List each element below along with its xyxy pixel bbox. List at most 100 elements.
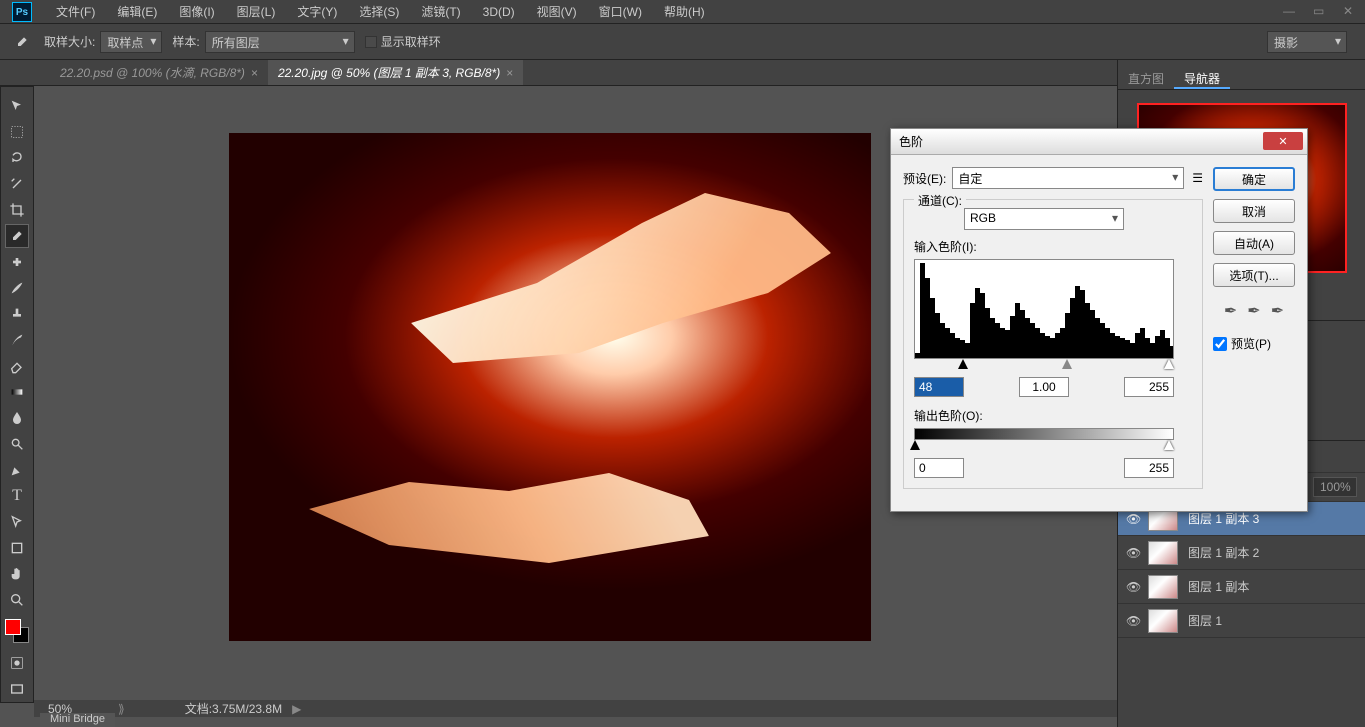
menu-type[interactable]: 文字(Y) [286,3,348,20]
ok-button[interactable]: 确定 [1213,167,1295,191]
heal-tool[interactable] [5,250,29,274]
input-levels-label: 输入色阶(I): [914,238,1192,255]
options-bar: 取样大小: 取样点 ▾ 样本: 所有图层 ▾ 显示取样环 摄影 ▾ [0,24,1365,60]
nav-arrow-icon[interactable]: ⟫ [118,702,125,716]
zoom-tool[interactable] [5,588,29,612]
layer-name[interactable]: 图层 1 副本 2 [1188,544,1357,561]
visibility-icon[interactable]: 👁 [1126,580,1140,594]
gamma-slider[interactable] [1062,359,1072,369]
tab-close-icon[interactable]: × [506,66,513,80]
out-black-slider[interactable] [910,440,920,450]
menu-file[interactable]: 文件(F) [45,3,106,20]
doc-tab-2[interactable]: 22.20.jpg @ 50% (图层 1 副本 3, RGB/8*)× [268,60,523,85]
tab-navigator[interactable]: 导航器 [1174,66,1230,89]
pen-tool[interactable] [5,458,29,482]
fill-field[interactable]: 100% [1313,477,1357,497]
menu-3d[interactable]: 3D(D) [472,5,526,19]
eraser-tool[interactable] [5,354,29,378]
out-white-slider[interactable] [1164,440,1174,450]
input-white-field[interactable] [1124,377,1174,397]
sample-select[interactable]: 所有图层 ▾ [205,31,355,53]
eyedropper-icon[interactable] [8,28,36,56]
lasso-tool[interactable] [5,146,29,170]
preset-menu-icon[interactable]: ☰ [1192,171,1203,185]
layer-name[interactable]: 图层 1 [1188,612,1357,629]
show-ring-checkbox[interactable] [365,36,377,48]
menu-bar: Ps 文件(F) 编辑(E) 图像(I) 图层(L) 文字(Y) 选择(S) 滤… [0,0,1365,24]
doc-tab-1[interactable]: 22.20.psd @ 100% (水滴, RGB/8*)× [50,60,268,85]
preview-checkbox[interactable] [1213,337,1227,351]
info-arrow-icon[interactable]: ▶ [292,702,301,716]
white-eyedropper-icon[interactable]: ✒ [1271,301,1284,321]
output-slider[interactable] [914,440,1174,454]
screenmode-tool[interactable] [5,677,29,701]
layer-thumbnail[interactable] [1148,609,1178,633]
stamp-tool[interactable] [5,302,29,326]
dialog-close-button[interactable]: ✕ [1263,132,1303,150]
menu-window[interactable]: 窗口(W) [588,3,653,20]
close-icon[interactable]: ✕ [1343,4,1355,16]
shape-tool[interactable] [5,536,29,560]
menu-edit[interactable]: 编辑(E) [106,3,168,20]
black-eyedropper-icon[interactable]: ✒ [1224,301,1237,321]
status-bar: 50% ⟫ 文档:3.75M/23.8M ▶ [34,700,1120,717]
tab-close-icon[interactable]: × [251,66,258,80]
document-canvas[interactable] [229,133,871,641]
layer-row[interactable]: 👁 图层 1 副本 [1118,570,1365,604]
preset-select[interactable]: 自定 [952,167,1184,189]
tool-palette: T [0,86,34,703]
sample-size-select[interactable]: 取样点 ▾ [100,31,162,53]
wand-tool[interactable] [5,172,29,196]
layer-thumbnail[interactable] [1148,575,1178,599]
menu-image[interactable]: 图像(I) [168,3,225,20]
doc-info: 文档:3.75M/23.8M [185,700,282,717]
brush-tool[interactable] [5,276,29,300]
preview-label: 预览(P) [1231,335,1271,352]
cancel-button[interactable]: 取消 [1213,199,1295,223]
eyedropper-tool[interactable] [5,224,29,248]
menu-filter[interactable]: 滤镜(T) [410,3,471,20]
white-point-slider[interactable] [1164,359,1174,369]
menu-help[interactable]: 帮助(H) [653,3,716,20]
menu-layer[interactable]: 图层(L) [226,3,287,20]
input-black-field[interactable] [914,377,964,397]
black-point-slider[interactable] [958,359,968,369]
visibility-icon[interactable]: 👁 [1126,546,1140,560]
minimize-icon[interactable]: — [1283,4,1295,16]
menu-select[interactable]: 选择(S) [348,3,410,20]
type-tool[interactable]: T [5,484,29,508]
auto-button[interactable]: 自动(A) [1213,231,1295,255]
channel-select[interactable]: RGB [964,208,1124,230]
dodge-tool[interactable] [5,432,29,456]
visibility-icon[interactable]: 👁 [1126,512,1140,526]
output-white-field[interactable] [1124,458,1174,478]
dialog-titlebar[interactable]: 色阶 ✕ [891,129,1307,155]
layer-row[interactable]: 👁 图层 1 副本 2 [1118,536,1365,570]
path-select-tool[interactable] [5,510,29,534]
output-black-field[interactable] [914,458,964,478]
gray-eyedropper-icon[interactable]: ✒ [1247,301,1260,321]
workspace-select[interactable]: 摄影 ▾ [1267,31,1347,53]
menu-view[interactable]: 视图(V) [526,3,588,20]
mini-bridge-tab[interactable]: Mini Bridge [40,713,115,727]
maximize-icon[interactable]: ▭ [1313,4,1325,16]
crop-tool[interactable] [5,198,29,222]
blur-tool[interactable] [5,406,29,430]
quickmask-tool[interactable] [5,651,29,675]
gradient-tool[interactable] [5,380,29,404]
move-tool[interactable] [5,94,29,118]
history-brush-tool[interactable] [5,328,29,352]
app-logo: Ps [12,2,32,22]
layer-thumbnail[interactable] [1148,541,1178,565]
input-gamma-field[interactable] [1019,377,1069,397]
marquee-tool[interactable] [5,120,29,144]
visibility-icon[interactable]: 👁 [1126,614,1140,628]
tab-histogram[interactable]: 直方图 [1118,66,1174,89]
layer-name[interactable]: 图层 1 副本 [1188,578,1357,595]
layer-name[interactable]: 图层 1 副本 3 [1188,510,1357,527]
hand-tool[interactable] [5,562,29,586]
input-slider[interactable] [914,359,1174,373]
color-swatch[interactable] [5,619,29,643]
options-button[interactable]: 选项(T)... [1213,263,1295,287]
layer-row[interactable]: 👁 图层 1 [1118,604,1365,638]
